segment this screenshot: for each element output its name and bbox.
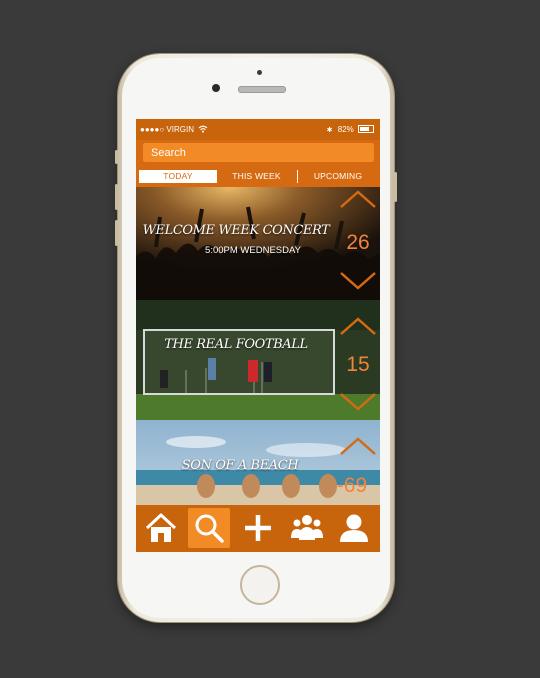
search-icon (195, 514, 224, 543)
battery-info: ✱ 82% (327, 125, 374, 134)
vote-count: 15 (346, 353, 370, 376)
battery-icon (358, 125, 374, 133)
filter-tabs: TODAY THIS WEEK UPCOMING (136, 168, 380, 187)
plus-icon (245, 515, 271, 541)
vote-widget: -69 (336, 420, 380, 505)
event-title: WELCOME WEEK CONCERT (142, 223, 330, 238)
event-card[interactable]: SON OF A BEACH -69 (136, 420, 380, 505)
signal-strength: ●●●●○ (140, 125, 165, 134)
tab-home[interactable] (140, 508, 182, 548)
front-sensor (257, 70, 262, 75)
carrier-name: VIRGIN (166, 125, 194, 134)
phone-side-button (115, 150, 118, 164)
tab-groups[interactable] (285, 508, 327, 548)
upvote-chevron-icon[interactable] (339, 189, 377, 209)
user-icon (340, 514, 368, 542)
tab-upcoming[interactable]: UPCOMING (297, 170, 378, 183)
vote-widget: 15 (336, 300, 380, 418)
event-title: SON OF A BEACH (181, 458, 299, 473)
event-time: 5:00PM WEDNESDAY (205, 245, 301, 256)
group-icon (291, 515, 323, 540)
tab-profile[interactable] (333, 508, 375, 548)
vote-widget: 26 (336, 189, 380, 300)
downvote-chevron-icon[interactable] (339, 392, 377, 412)
event-card[interactable]: THE REAL FOOTBALL 15 (136, 300, 380, 420)
bottom-tab-bar (136, 505, 380, 552)
app-screen: ●●●●○ VIRGIN ✱ 82% TODAY THIS WEEK UPCOM… (136, 119, 380, 552)
upvote-chevron-icon[interactable] (339, 316, 377, 336)
vote-count: -69 (336, 474, 368, 497)
downvote-chevron-icon[interactable] (339, 271, 377, 291)
status-bar: ●●●●○ VIRGIN ✱ 82% (136, 119, 380, 140)
wifi-icon (198, 125, 208, 133)
earpiece-speaker (238, 86, 286, 93)
carrier-info: ●●●●○ VIRGIN (140, 125, 208, 134)
phone-volume-up (115, 184, 118, 210)
front-camera (212, 84, 220, 92)
phone-power-button (394, 172, 397, 202)
battery-percent: 82% (337, 125, 354, 134)
tab-add[interactable] (237, 508, 279, 548)
upvote-chevron-icon[interactable] (339, 436, 377, 456)
event-card[interactable]: WELCOME WEEK CONCERT 5:00PM WEDNESDAY 26 (136, 187, 380, 300)
home-icon (145, 513, 177, 542)
event-title: THE REAL FOOTBALL (164, 337, 308, 352)
tab-search[interactable] (188, 508, 230, 548)
search-bar (136, 140, 380, 168)
tab-this-week[interactable]: THIS WEEK (218, 170, 295, 183)
search-input[interactable] (143, 143, 374, 162)
phone-volume-down (115, 220, 118, 246)
tab-today[interactable]: TODAY (139, 170, 217, 183)
bluetooth-icon: ✱ (326, 127, 333, 134)
vote-count: 26 (346, 231, 370, 254)
home-button[interactable] (240, 565, 280, 605)
